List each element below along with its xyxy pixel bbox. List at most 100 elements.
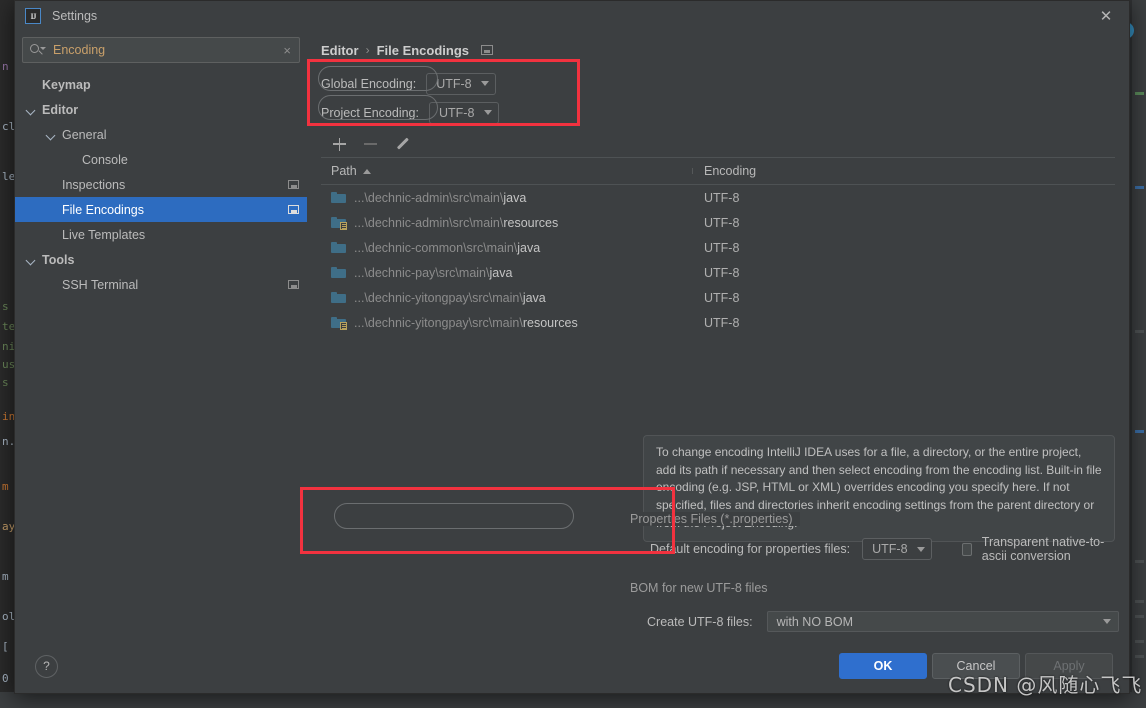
dialog-body: × KeymapEditorGeneralConsoleInspectionsF…: [15, 31, 1129, 639]
properties-encoding-row: Default encoding for properties files: U…: [650, 535, 1129, 563]
help-button[interactable]: ?: [35, 655, 58, 678]
path-prefix: ...\dechnic-admin\src\main\: [354, 216, 503, 230]
table-row[interactable]: ...\dechnic-yitongpay\src\main\resources…: [321, 310, 1115, 335]
create-utf8-files-value: with NO BOM: [777, 615, 853, 629]
table-row[interactable]: ...\dechnic-pay\src\main\java UTF-8: [321, 260, 1115, 285]
create-utf8-files-row: Create UTF-8 files: with NO BOM: [647, 611, 1119, 632]
table-header-path[interactable]: Path: [321, 164, 693, 178]
table-row[interactable]: ...\dechnic-admin\src\main\javaUTF-8: [321, 185, 1115, 210]
table-cell-encoding[interactable]: UTF-8: [693, 241, 739, 255]
background-scroll-marker: [1135, 655, 1144, 658]
chevron-down-icon[interactable]: [45, 129, 57, 141]
table-cell-path: ...\dechnic-admin\src\main\resources: [321, 216, 693, 230]
table-cell-encoding[interactable]: UTF-8: [693, 191, 739, 205]
external-settings-icon[interactable]: [288, 280, 299, 289]
breadcrumb-parent[interactable]: Editor: [321, 43, 359, 58]
background-scroll-marker: [1135, 92, 1144, 95]
settings-dialog: IJ Settings ✕ × KeymapEditorGeneralConso…: [14, 0, 1130, 694]
chevron-down-icon: [481, 81, 489, 86]
encoding-settings-group: Global Encoding: UTF-8 Project Encoding:…: [321, 69, 1115, 127]
chevron-down-icon: [1103, 619, 1111, 624]
table-row[interactable]: ...\dechnic-yitongpay\src\main\javaUTF-8: [321, 285, 1115, 310]
table-cell-encoding[interactable]: UTF-8: [693, 316, 739, 330]
chevron-down-icon: [484, 110, 492, 115]
sidebar-item-label: File Encodings: [62, 203, 144, 217]
sidebar-item-console[interactable]: Console: [15, 147, 307, 172]
table-cell-path-text: ...\dechnic-yitongpay\src\main\resources: [354, 316, 578, 330]
table-row[interactable]: ...\dechnic-admin\src\main\resources UTF-…: [321, 210, 1115, 235]
dialog-title: Settings: [52, 9, 97, 23]
sidebar-item-ssh-terminal[interactable]: SSH Terminal: [15, 272, 307, 297]
chevron-down-icon: [917, 547, 925, 552]
clear-search-icon[interactable]: ×: [281, 43, 293, 58]
chevron-down-icon[interactable]: [25, 104, 37, 116]
background-scroll-marker: [1135, 615, 1144, 618]
sidebar-item-general[interactable]: General: [15, 122, 307, 147]
table-cell-path-text: ...\dechnic-pay\src\main\java: [354, 266, 512, 280]
project-encoding-row: Project Encoding: UTF-8: [321, 98, 1115, 127]
path-table-toolbar: [321, 131, 1115, 157]
properties-encoding-dropdown[interactable]: UTF-8: [862, 538, 932, 560]
source-folder-icon: [331, 192, 346, 204]
sidebar-item-inspections[interactable]: Inspections: [15, 172, 307, 197]
table-cell-path: ...\dechnic-yitongpay\src\main\java: [321, 291, 693, 305]
path-leaf: resources: [523, 316, 578, 330]
table-cell-encoding[interactable]: UTF-8: [693, 291, 739, 305]
info-box: To change encoding IntelliJ IDEA uses fo…: [643, 435, 1115, 542]
path-prefix: ...\dechnic-yitongpay\src\main\: [354, 291, 523, 305]
path-prefix: ...\dechnic-common\src\main\: [354, 241, 517, 255]
search-input[interactable]: [45, 43, 281, 57]
background-code-fragment: [: [2, 640, 9, 653]
table-header-encoding[interactable]: Encoding: [693, 164, 756, 178]
transparent-native-to-ascii-checkbox[interactable]: [962, 543, 972, 556]
breadcrumb-separator: ›: [366, 43, 370, 57]
external-settings-icon[interactable]: [481, 45, 493, 55]
ok-button[interactable]: OK: [839, 653, 927, 679]
edit-icon[interactable]: [395, 137, 409, 151]
breadcrumb: Editor › File Encodings: [321, 31, 1115, 65]
path-leaf: java: [489, 266, 512, 280]
table-cell-encoding[interactable]: UTF-8: [693, 266, 739, 280]
table-cell-path: ...\dechnic-yitongpay\src\main\resources: [321, 316, 693, 330]
resources-folder-icon: [331, 317, 346, 329]
table-cell-path-text: ...\dechnic-admin\src\main\resources: [354, 216, 558, 230]
settings-content-panel: Editor › File Encodings Global Encoding:…: [307, 31, 1129, 639]
search-field[interactable]: ×: [22, 37, 300, 63]
search-icon: [29, 42, 45, 58]
project-encoding-dropdown[interactable]: UTF-8: [429, 102, 499, 124]
chevron-down-icon[interactable]: [25, 254, 37, 266]
add-icon[interactable]: [333, 138, 346, 151]
background-code-fragment: m: [2, 570, 9, 583]
dialog-titlebar: IJ Settings ✕: [15, 1, 1129, 31]
table-cell-path: ...\dechnic-admin\src\main\java: [321, 191, 693, 205]
create-utf8-files-dropdown[interactable]: with NO BOM: [767, 611, 1119, 632]
background-scroll-marker: [1135, 560, 1144, 563]
close-icon[interactable]: ✕: [1083, 1, 1129, 31]
external-settings-icon[interactable]: [288, 205, 299, 214]
sidebar-item-live-templates[interactable]: Live Templates: [15, 222, 307, 247]
source-folder-icon: [331, 242, 346, 254]
sidebar-item-tools[interactable]: Tools: [15, 247, 307, 272]
table-cell-encoding[interactable]: UTF-8: [693, 216, 739, 230]
sidebar-item-editor[interactable]: Editor: [15, 97, 307, 122]
external-settings-icon[interactable]: [288, 180, 299, 189]
background-scroll-marker: [1135, 600, 1144, 603]
bom-section-header: BOM for new UTF-8 files: [630, 581, 1115, 595]
path-leaf: java: [517, 241, 540, 255]
project-encoding-value: UTF-8: [439, 106, 474, 120]
source-folder-icon: [331, 292, 346, 304]
table-row[interactable]: ...\dechnic-common\src\main\javaUTF-8: [321, 235, 1115, 260]
sidebar-item-keymap[interactable]: Keymap: [15, 72, 307, 97]
global-encoding-dropdown[interactable]: UTF-8: [426, 73, 496, 95]
resources-folder-icon: [331, 217, 346, 229]
background-code-fragment: s: [2, 300, 9, 313]
background-scroll-marker: [1135, 330, 1144, 333]
table-header-path-label: Path: [331, 164, 357, 178]
properties-encoding-value: UTF-8: [872, 542, 907, 556]
settings-tree: KeymapEditorGeneral Console Inspections Fil…: [15, 67, 307, 639]
sidebar-item-label: Console: [82, 153, 128, 167]
sidebar-item-label: Inspections: [62, 178, 125, 192]
table-cell-path: ...\dechnic-common\src\main\java: [321, 241, 693, 255]
sidebar-item-file-encodings[interactable]: File Encodings: [15, 197, 307, 222]
properties-section-header: Properties Files (*.properties): [630, 512, 1115, 526]
